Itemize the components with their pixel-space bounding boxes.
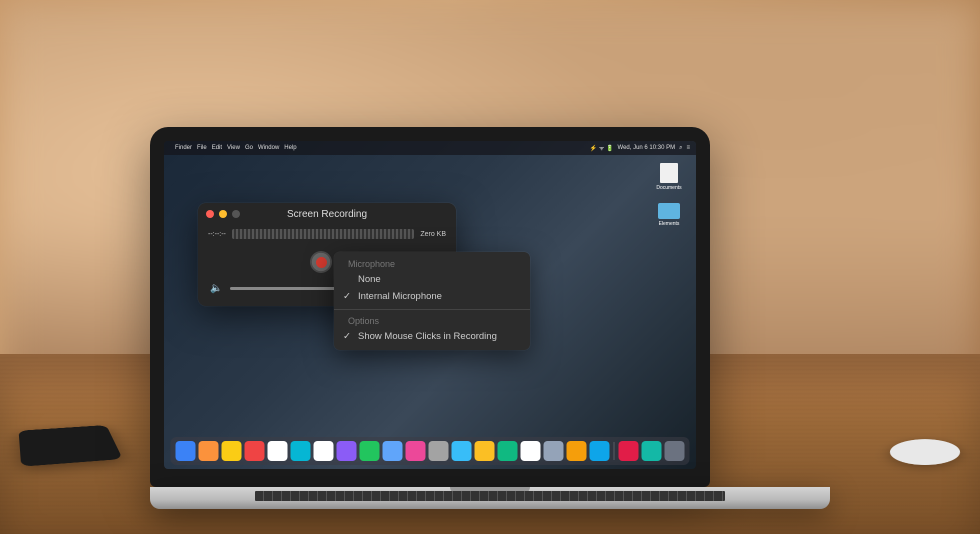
dock-app-icon[interactable] <box>567 441 587 461</box>
menubar-edit[interactable]: Edit <box>212 145 222 151</box>
window-title: Screen Recording <box>198 209 456 220</box>
progress-bar <box>232 229 414 239</box>
menubar-app[interactable]: Finder <box>175 145 192 151</box>
menubar-help[interactable]: Help <box>284 145 296 151</box>
dock-app-icon[interactable] <box>619 441 639 461</box>
desktop-icon-label: Documents <box>656 185 681 191</box>
recording-size: Zero KB <box>420 231 446 238</box>
dock-app-icon[interactable] <box>429 441 449 461</box>
folder-icon <box>658 203 680 219</box>
desktop-icon-label: Elements <box>659 221 680 227</box>
document-icon <box>660 163 678 183</box>
search-icon[interactable]: ⌕ <box>679 145 682 152</box>
dock-app-icon[interactable] <box>475 441 495 461</box>
titlebar[interactable]: Screen Recording <box>198 203 456 225</box>
desktop-icon-folder[interactable]: Elements <box>656 203 682 227</box>
dropdown-header-mic: Microphone <box>334 257 530 271</box>
dock-app-icon[interactable] <box>665 441 685 461</box>
dropdown-item-mouse-clicks[interactable]: Show Mouse Clicks in Recording <box>334 328 530 345</box>
menubar-datetime[interactable]: Wed, Jun 6 10:30 PM <box>618 145 676 151</box>
dropdown-header-options: Options <box>334 314 530 328</box>
dock-app-icon[interactable] <box>544 441 564 461</box>
options-dropdown: Microphone None Internal Microphone Opti… <box>334 252 530 350</box>
dock <box>171 437 690 465</box>
desktop-icon-documents[interactable]: Documents <box>656 163 682 191</box>
status-icons[interactable]: ⚡ ᯤ 🔋 <box>590 144 614 152</box>
dropdown-item-internal-mic[interactable]: Internal Microphone <box>334 288 530 305</box>
menubar-view[interactable]: View <box>227 145 240 151</box>
menubar-window[interactable]: Window <box>258 145 279 151</box>
dock-app-icon[interactable] <box>199 441 219 461</box>
dock-app-icon[interactable] <box>360 441 380 461</box>
dock-app-icon[interactable] <box>337 441 357 461</box>
laptop-base <box>150 487 830 509</box>
dock-app-icon[interactable] <box>314 441 334 461</box>
dock-app-icon[interactable] <box>521 441 541 461</box>
dock-app-icon[interactable] <box>590 441 610 461</box>
dock-app-icon[interactable] <box>291 441 311 461</box>
dock-app-icon[interactable] <box>452 441 472 461</box>
menubar: Finder File Edit View Go Window Help ⚡ ᯤ… <box>164 141 696 155</box>
dock-app-icon[interactable] <box>498 441 518 461</box>
menubar-go[interactable]: Go <box>245 145 253 151</box>
record-button[interactable] <box>310 251 332 273</box>
menubar-file[interactable]: File <box>197 145 207 151</box>
dock-app-icon[interactable] <box>176 441 196 461</box>
dropdown-divider <box>334 309 530 310</box>
dock-app-icon[interactable] <box>268 441 288 461</box>
speaker-icon: 🔈 <box>210 283 222 294</box>
dropdown-item-none[interactable]: None <box>334 271 530 288</box>
menu-icon[interactable]: ≡ <box>686 145 690 151</box>
dock-app-icon[interactable] <box>406 441 426 461</box>
dock-app-icon[interactable] <box>245 441 265 461</box>
dock-app-icon[interactable] <box>383 441 403 461</box>
dock-app-icon[interactable] <box>222 441 242 461</box>
recording-time: --:--:-- <box>208 231 226 238</box>
dock-app-icon[interactable] <box>642 441 662 461</box>
laptop-screen: Finder File Edit View Go Window Help ⚡ ᯤ… <box>150 127 710 487</box>
